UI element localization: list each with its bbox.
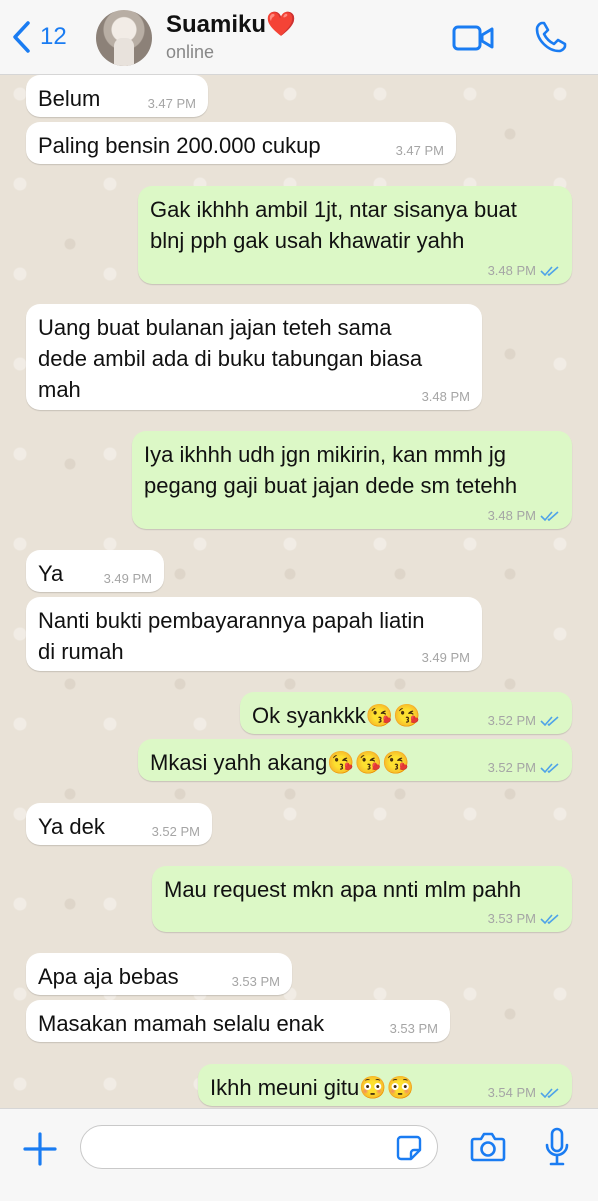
message-time: 3.54 PM (487, 1085, 536, 1100)
message-time: 3.48 PM (421, 389, 470, 404)
message-time: 3.53 PM (389, 1021, 438, 1036)
message-bubble[interactable]: Mkasi yahh akang😘😘😘 3.52 PM (138, 739, 572, 781)
message-text: Masakan mamah selalu enak (38, 1011, 325, 1036)
message-time: 3.52 PM (487, 760, 536, 775)
microphone-icon[interactable] (544, 1127, 570, 1167)
message-bubble[interactable]: Ya 3.49 PM (26, 550, 164, 592)
double-check-icon (540, 266, 559, 277)
message-text: Iya ikhhh udh jgn mikirin, kan mmh jg pe… (144, 442, 518, 498)
message-text: Gak ikhhh ambil 1jt, ntar sisanya buat b… (150, 197, 517, 253)
message-time: 3.49 PM (421, 650, 470, 665)
message-time: 3.47 PM (395, 143, 444, 158)
message-bubble[interactable]: Iya ikhhh udh jgn mikirin, kan mmh jg pe… (132, 431, 572, 529)
message-input-bar (0, 1108, 598, 1201)
message-input[interactable] (80, 1125, 438, 1169)
double-check-icon (540, 914, 559, 925)
chevron-left-icon (13, 21, 30, 53)
contact-status: online (166, 42, 215, 62)
message-text: Paling bensin 200.000 cukup (38, 133, 321, 158)
double-check-icon (540, 716, 559, 727)
message-bubble[interactable]: Belum 3.47 PM (26, 75, 208, 117)
message-time: 3.52 PM (487, 713, 536, 728)
message-text: Nanti bukti pembayarannya papah liatin d… (38, 608, 425, 664)
message-time: 3.49 PM (103, 571, 152, 586)
plus-icon[interactable] (22, 1131, 58, 1167)
message-time: 3.53 PM (231, 974, 280, 989)
camera-icon[interactable] (470, 1131, 506, 1163)
message-bubble[interactable]: Apa aja bebas 3.53 PM (26, 953, 292, 995)
message-bubble[interactable]: Uang buat bulanan jajan teteh sama dede … (26, 304, 482, 410)
double-check-icon (540, 763, 559, 774)
phone-icon[interactable] (534, 20, 568, 54)
message-bubble[interactable]: Ya dek 3.52 PM (26, 803, 212, 845)
message-bubble[interactable]: Mau request mkn apa nnti mlm pahh 3.53 P… (152, 866, 572, 932)
message-bubble[interactable]: Gak ikhhh ambil 1jt, ntar sisanya buat b… (138, 186, 572, 284)
message-bubble[interactable]: Paling bensin 200.000 cukup 3.47 PM (26, 122, 456, 164)
unread-count: 12 (40, 23, 67, 50)
sticker-icon[interactable] (396, 1135, 422, 1161)
contact-name[interactable]: Suamiku❤️ (166, 10, 296, 39)
message-time: 3.47 PM (147, 96, 196, 111)
avatar[interactable] (96, 10, 152, 66)
video-call-icon[interactable] (452, 24, 494, 52)
message-bubble[interactable]: Nanti bukti pembayarannya papah liatin d… (26, 597, 482, 671)
message-text: Uang buat bulanan jajan teteh sama dede … (38, 315, 423, 402)
message-bubble[interactable]: Masakan mamah selalu enak 3.53 PM (26, 1000, 450, 1042)
message-bubble[interactable]: Ikhh meuni gitu😳😳 3.54 PM (198, 1064, 572, 1106)
chat-header: 12 Suamiku❤️ online (0, 0, 598, 75)
message-time: 3.53 PM (487, 911, 536, 926)
message-time: 3.52 PM (151, 824, 200, 839)
message-text: Mau request mkn apa nnti mlm pahh (164, 877, 522, 902)
message-bubble[interactable]: Ok syankkk😘😘 3.52 PM (240, 692, 572, 734)
message-time: 3.48 PM (487, 263, 536, 278)
double-check-icon (540, 1088, 559, 1099)
double-check-icon (540, 511, 559, 522)
back-button[interactable]: 12 (10, 20, 67, 54)
message-time: 3.48 PM (487, 508, 536, 523)
